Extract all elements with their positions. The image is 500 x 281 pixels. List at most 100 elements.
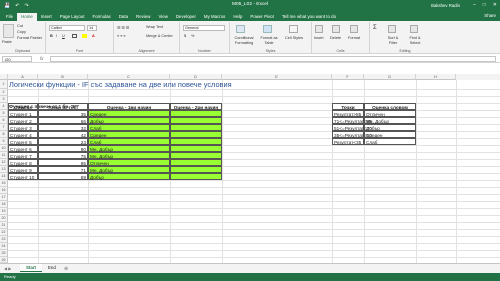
student-name-cell[interactable]: Студент 6 — [8, 145, 38, 152]
close-button[interactable]: ✕ — [493, 2, 497, 8]
align-left-icon[interactable]: ≡≡≡ — [117, 34, 127, 38]
student-grade2-cell[interactable] — [170, 131, 222, 138]
student-grade1-cell[interactable]: Мн. Добър — [88, 152, 170, 159]
legend-condition-cell[interactable]: Резултат>85 — [332, 110, 364, 117]
student-grade1-cell[interactable]: Отличен — [88, 159, 170, 166]
percent-button[interactable]: % — [191, 34, 194, 38]
row-header-12[interactable]: 12 — [0, 159, 8, 166]
format-as-table-icon[interactable] — [263, 25, 272, 33]
merge-center-button[interactable]: Merge & Center — [146, 34, 173, 38]
row-header-7[interactable]: 7 — [0, 124, 8, 131]
row-header-5[interactable]: 5 — [0, 110, 8, 117]
font-color-icon[interactable]: A — [92, 34, 95, 38]
font-name-select[interactable]: Calibri — [49, 25, 85, 31]
student-name-cell[interactable]: Студент 7 — [8, 152, 38, 159]
cell-styles-button[interactable]: Cell Styles — [284, 36, 304, 41]
student-points-cell[interactable]: 80 — [38, 145, 88, 152]
row-header-11[interactable]: 11 — [0, 152, 8, 159]
autosum-icon[interactable]: Σ — [373, 25, 377, 31]
find-select-icon[interactable] — [410, 25, 418, 33]
find-select-button[interactable]: Find & Select — [406, 36, 424, 45]
student-grade2-cell[interactable] — [170, 159, 222, 166]
insert-button[interactable]: Insert — [314, 36, 324, 40]
tab-help[interactable]: Help — [229, 13, 246, 22]
student-grade2-cell[interactable] — [170, 173, 222, 180]
conditional-formatting-icon[interactable] — [236, 25, 245, 33]
row-header-6[interactable]: 6 — [0, 117, 8, 124]
tab-formulas[interactable]: Formulas — [88, 13, 114, 22]
row-header-4[interactable]: 4 — [0, 103, 8, 110]
legend-grade-cell[interactable]: Отличен — [364, 110, 416, 117]
student-name-cell[interactable]: Студент 9 — [8, 166, 38, 173]
student-points-cell[interactable]: 95 — [38, 159, 88, 166]
legend-condition-cell[interactable]: 71<=Резултат<85 — [332, 117, 372, 124]
delete-icon[interactable] — [332, 25, 340, 33]
student-points-cell[interactable]: 42 — [38, 131, 88, 138]
student-grade1-cell[interactable]: Добър — [88, 173, 170, 180]
tab-developer[interactable]: Developer — [172, 13, 200, 22]
tab-power-pivot[interactable]: Power Pivot — [246, 13, 277, 22]
student-grade1-cell[interactable]: Среден — [88, 110, 170, 117]
student-points-cell[interactable]: 23 — [38, 138, 88, 145]
legend-grade-cell[interactable]: Добър — [364, 124, 416, 131]
tab-my-macros[interactable]: My Macros — [200, 13, 229, 22]
tab-page-layout[interactable]: Page Layout — [56, 13, 89, 22]
cell-styles-icon[interactable] — [289, 25, 298, 33]
bold-button[interactable]: B — [50, 34, 53, 38]
tab-file[interactable]: File — [2, 13, 17, 22]
row-header-19[interactable]: 19 — [0, 208, 8, 215]
student-grade1-cell[interactable]: Мн. Добър — [88, 166, 170, 173]
row-header-21[interactable]: 21 — [0, 222, 8, 229]
row-header-10[interactable]: 10 — [0, 145, 8, 152]
number-format-select[interactable]: General — [183, 25, 225, 31]
sheet-tab-end[interactable]: End — [42, 264, 62, 272]
student-points-cell[interactable]: 75 — [38, 152, 88, 159]
tab-review[interactable]: Review — [132, 13, 154, 22]
minimize-button[interactable]: – — [473, 2, 476, 8]
row-header-24[interactable]: 24 — [0, 243, 8, 250]
borders-icon[interactable] — [72, 34, 77, 38]
sheet-nav-icon[interactable]: ◀ ▶ — [4, 266, 11, 271]
student-grade2-cell[interactable] — [170, 138, 222, 145]
tell-me-search[interactable]: Tell me what you want to do — [278, 13, 340, 22]
student-grade1-cell[interactable]: Добър — [88, 117, 170, 124]
font-size-select[interactable]: 14 — [87, 25, 97, 31]
student-name-cell[interactable]: Студент 8 — [8, 159, 38, 166]
student-grade1-cell[interactable]: Среден — [88, 131, 170, 138]
paste-icon[interactable] — [3, 24, 14, 38]
user-name[interactable]: Bakshev Radin — [431, 3, 460, 8]
student-grade2-cell[interactable] — [170, 152, 222, 159]
cut-button[interactable]: Cut — [17, 24, 23, 28]
row-header-17[interactable]: 17 — [0, 194, 8, 201]
row-header-23[interactable]: 23 — [0, 236, 8, 243]
row-header-15[interactable]: 15 — [0, 180, 8, 187]
student-name-cell[interactable]: Студент 5 — [8, 138, 38, 145]
legend-grade-cell[interactable]: Слаб — [364, 138, 416, 145]
row-header-25[interactable]: 25 — [0, 250, 8, 257]
legend-condition-cell[interactable]: 35<=Резултат<50 — [332, 131, 372, 138]
student-points-cell[interactable]: 35 — [38, 110, 88, 117]
tab-insert[interactable]: Insert — [37, 13, 56, 22]
row-header-22[interactable]: 22 — [0, 229, 8, 236]
header-points[interactable]: Точки от тест — [38, 103, 88, 110]
row-header-14[interactable]: 14 — [0, 173, 8, 180]
sheet-title-cell[interactable]: Логически функции - IF със задаване на д… — [8, 80, 448, 89]
student-grade2-cell[interactable] — [170, 110, 222, 117]
student-points-cell[interactable]: 69 — [38, 173, 88, 180]
student-name-cell[interactable]: Студент 3 — [8, 124, 38, 131]
tab-home[interactable]: Home — [17, 12, 37, 21]
student-grade1-cell[interactable]: Слаб — [88, 138, 170, 145]
legend-header-points[interactable]: Точки — [332, 103, 364, 110]
insert-icon[interactable] — [315, 25, 323, 33]
format-painter-button[interactable]: Format Painter — [17, 36, 42, 40]
header-grade1[interactable]: Оценка - 1ви начин — [88, 103, 170, 110]
row-header-16[interactable]: 16 — [0, 187, 8, 194]
conditional-formatting-button[interactable]: Conditional Formatting — [231, 36, 257, 45]
tab-data[interactable]: Data — [115, 13, 132, 22]
student-grade1-cell[interactable]: Слаб — [88, 124, 170, 131]
row-header-9[interactable]: 9 — [0, 138, 8, 145]
student-name-cell[interactable]: Студент 4 — [8, 131, 38, 138]
share-button[interactable]: Share — [484, 13, 496, 18]
row-header-20[interactable]: 20 — [0, 215, 8, 222]
row-header-2[interactable]: 2 — [0, 89, 8, 96]
